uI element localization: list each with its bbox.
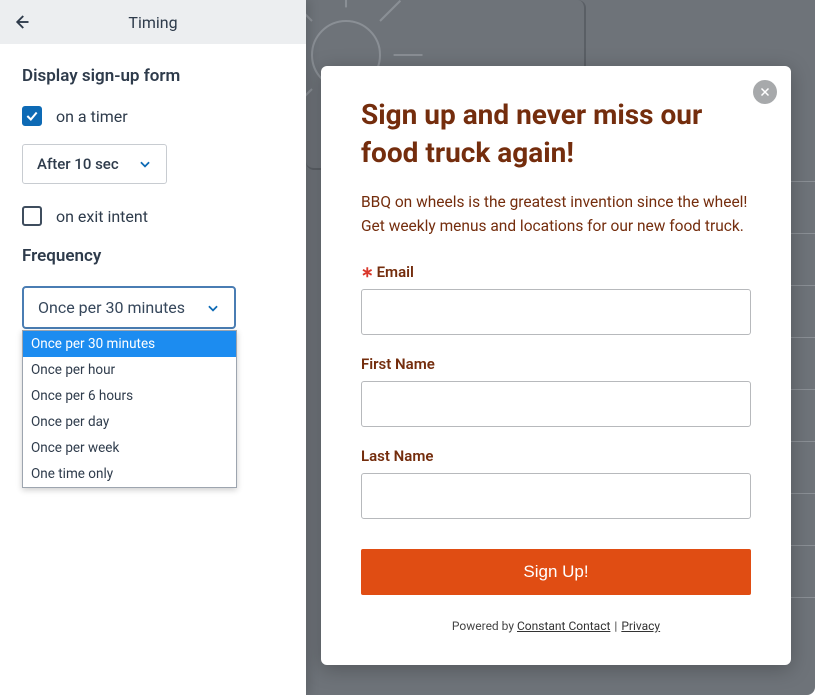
frequency-option[interactable]: Once per hour bbox=[23, 357, 236, 383]
signup-button[interactable]: Sign Up! bbox=[361, 549, 751, 595]
frequency-dropdown[interactable]: Once per 30 minutes bbox=[22, 286, 236, 329]
display-section-title: Display sign-up form bbox=[22, 66, 284, 86]
chevron-down-icon bbox=[206, 301, 220, 315]
timer-checkbox[interactable] bbox=[22, 106, 42, 126]
close-icon[interactable] bbox=[753, 80, 777, 104]
fname-field[interactable] bbox=[361, 381, 751, 427]
timer-checkbox-row[interactable]: on a timer bbox=[22, 106, 284, 126]
lname-field[interactable] bbox=[361, 473, 751, 519]
frequency-option[interactable]: Once per week bbox=[23, 435, 236, 461]
privacy-link[interactable]: Privacy bbox=[621, 619, 660, 633]
chevron-down-icon bbox=[138, 157, 152, 171]
preview-canvas: Sign up and never miss our food truck ag… bbox=[306, 0, 815, 695]
frequency-option[interactable]: Once per 30 minutes bbox=[23, 331, 236, 357]
frequency-option[interactable]: Once per day bbox=[23, 409, 236, 435]
exit-intent-checkbox-row[interactable]: on exit intent bbox=[22, 206, 284, 226]
frequency-option[interactable]: Once per 6 hours bbox=[23, 383, 236, 409]
exit-intent-checkbox[interactable] bbox=[22, 206, 42, 226]
frequency-section-title: Frequency bbox=[22, 246, 284, 266]
timer-delay-value: After 10 sec bbox=[37, 155, 119, 173]
popup-description: BBQ on wheels is the greatest invention … bbox=[361, 190, 751, 240]
lname-label: Last Name bbox=[361, 447, 751, 465]
back-arrow-icon[interactable] bbox=[12, 13, 30, 31]
frequency-dropdown-list: Once per 30 minutes Once per hour Once p… bbox=[22, 330, 237, 488]
settings-sidebar: Timing Display sign-up form on a timer A… bbox=[0, 0, 306, 695]
popup-title: Sign up and never miss our food truck ag… bbox=[361, 96, 751, 172]
timer-label: on a timer bbox=[56, 107, 128, 126]
powered-by-line: Powered by Constant Contact|Privacy bbox=[361, 619, 751, 633]
frequency-option[interactable]: One time only bbox=[23, 461, 236, 487]
fname-label: First Name bbox=[361, 355, 751, 373]
email-field[interactable] bbox=[361, 289, 751, 335]
sidebar-header: Timing bbox=[0, 0, 306, 44]
constant-contact-link[interactable]: Constant Contact bbox=[517, 619, 610, 633]
timer-delay-dropdown[interactable]: After 10 sec bbox=[22, 144, 167, 184]
signup-popup: Sign up and never miss our food truck ag… bbox=[321, 66, 791, 665]
exit-intent-label: on exit intent bbox=[56, 207, 148, 226]
email-label: ∗Email bbox=[361, 263, 751, 281]
frequency-value: Once per 30 minutes bbox=[38, 298, 185, 317]
sidebar-title: Timing bbox=[12, 13, 294, 32]
